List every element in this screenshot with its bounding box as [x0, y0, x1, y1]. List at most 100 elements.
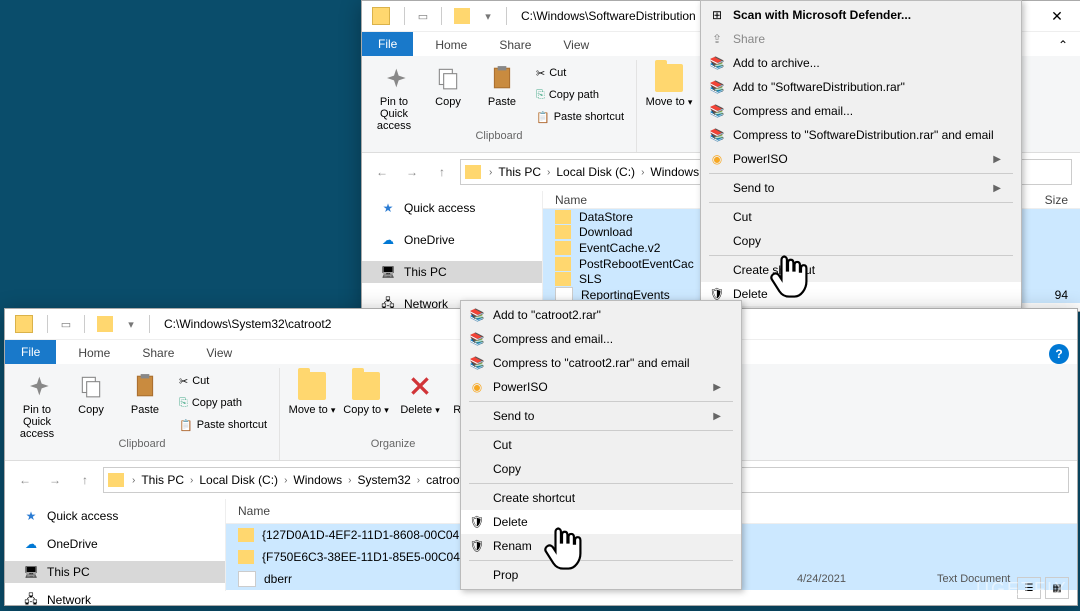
cut-button[interactable]: ✂Cut: [175, 370, 271, 392]
copy-to-button[interactable]: Copy to ▾: [342, 368, 390, 416]
ctx-send-to[interactable]: Send to▶: [701, 176, 1021, 200]
winrar-icon: 📚: [709, 103, 725, 119]
ctx-cut[interactable]: Cut: [701, 205, 1021, 229]
back-button[interactable]: ←: [13, 468, 37, 492]
folder-icon: [372, 7, 390, 25]
pc-icon: 🖥: [380, 264, 396, 280]
qat-props-icon[interactable]: ▭: [56, 314, 76, 334]
window-title: C:\Windows\System32\catroot2: [158, 317, 337, 331]
shield-icon: 🛡: [469, 538, 485, 554]
delete-button[interactable]: Delete ▾: [396, 368, 444, 416]
ribbon-group-clipboard: Clipboard: [118, 438, 165, 450]
ctx-delete[interactable]: 🛡Delete: [461, 510, 741, 534]
tab-home[interactable]: Home: [419, 34, 483, 56]
copy-button[interactable]: Copy: [424, 60, 472, 108]
scissors-icon: ✂: [536, 67, 545, 80]
copy-button[interactable]: Copy: [67, 368, 115, 416]
ctx-scan-defender[interactable]: ⊞Scan with Microsoft Defender...: [701, 3, 1021, 27]
nav-pane: ★Quick access ☁OneDrive 🖥This PC 🖧Networ…: [5, 499, 226, 591]
ctx-poweriso[interactable]: ◉PowerISO▶: [701, 147, 1021, 171]
ctx-create-shortcut[interactable]: Create shortcut: [461, 486, 741, 510]
up-button[interactable]: ↑: [430, 160, 454, 184]
path-icon: ⎘: [179, 397, 188, 410]
tab-file[interactable]: File: [362, 32, 413, 56]
copy-path-button[interactable]: ⎘Copy path: [532, 84, 628, 106]
ctx-delete[interactable]: 🛡Delete: [701, 282, 1021, 306]
share-icon: ⇪: [709, 31, 725, 47]
folder-icon: [555, 241, 571, 255]
submenu-arrow-icon: ▶: [993, 154, 1001, 165]
move-to-button[interactable]: Move to ▾: [645, 60, 693, 108]
ctx-send-to[interactable]: Send to▶: [461, 404, 741, 428]
copy-path-button[interactable]: ⎘Copy path: [175, 392, 271, 414]
nav-this-pc[interactable]: 🖥This PC: [5, 561, 225, 583]
nav-pane: ★Quick access ☁OneDrive 🖥This PC 🖧Networ…: [362, 191, 543, 303]
tab-home[interactable]: Home: [62, 342, 126, 364]
qat-dropdown-icon[interactable]: ▾: [478, 6, 498, 26]
ctx-compress-email[interactable]: 📚Compress and email...: [461, 327, 741, 351]
ctx-create-shortcut[interactable]: Create shortcut: [701, 258, 1021, 282]
nav-quick-access[interactable]: ★Quick access: [5, 505, 225, 527]
folder-icon: [238, 550, 254, 564]
ctx-compress-rar-email[interactable]: 📚Compress to "SoftwareDistribution.rar" …: [701, 123, 1021, 147]
ribbon-expand-icon[interactable]: ⌃: [1046, 34, 1080, 56]
forward-button[interactable]: →: [400, 160, 424, 184]
ctx-copy[interactable]: Copy: [461, 457, 741, 481]
ctx-rename[interactable]: 🛡Renam: [461, 534, 741, 558]
cloud-icon: ☁: [380, 232, 396, 248]
ctx-share[interactable]: ⇪Share: [701, 27, 1021, 51]
file-icon: [238, 571, 256, 587]
quick-access-toolbar: ▭ ▾: [5, 314, 158, 334]
paste-shortcut-button[interactable]: 📋Paste shortcut: [175, 414, 271, 436]
network-icon: 🖧: [23, 592, 39, 608]
nav-this-pc[interactable]: 🖥This PC: [362, 261, 542, 283]
ctx-add-rar[interactable]: 📚Add to "catroot2.rar": [461, 303, 741, 327]
ctx-add-rar[interactable]: 📚Add to "SoftwareDistribution.rar": [701, 75, 1021, 99]
watermark: UGETFIX: [976, 579, 1068, 600]
path-icon: ⎘: [536, 89, 545, 102]
folder-icon: [465, 165, 481, 179]
tab-file[interactable]: File: [5, 340, 56, 364]
ctx-copy[interactable]: Copy: [701, 229, 1021, 253]
ctx-poweriso[interactable]: ◉PowerISO▶: [461, 375, 741, 399]
forward-button[interactable]: →: [43, 468, 67, 492]
tab-view[interactable]: View: [190, 342, 248, 364]
folder-icon: [108, 473, 124, 487]
paste-button[interactable]: Paste: [478, 60, 526, 108]
pin-to-quick-access-button[interactable]: Pin to Quick access: [13, 368, 61, 440]
scissors-icon: ✂: [179, 375, 188, 388]
cut-button[interactable]: ✂Cut: [532, 62, 628, 84]
star-icon: ★: [23, 508, 39, 524]
ctx-compress-email[interactable]: 📚Compress and email...: [701, 99, 1021, 123]
paste-button[interactable]: Paste: [121, 368, 169, 416]
folder-icon: [238, 528, 254, 542]
nav-onedrive[interactable]: ☁OneDrive: [362, 229, 542, 251]
tab-share[interactable]: Share: [126, 342, 190, 364]
ctx-cut[interactable]: Cut: [461, 433, 741, 457]
star-icon: ★: [380, 200, 396, 216]
pin-to-quick-access-button[interactable]: Pin to Quick access: [370, 60, 418, 132]
defender-icon: ⊞: [709, 7, 725, 23]
context-menu: 📚Add to "catroot2.rar" 📚Compress and ema…: [460, 300, 742, 590]
folder-icon: [454, 8, 470, 24]
up-button[interactable]: ↑: [73, 468, 97, 492]
tab-view[interactable]: View: [547, 34, 605, 56]
nav-quick-access[interactable]: ★Quick access: [362, 197, 542, 219]
back-button[interactable]: ←: [370, 160, 394, 184]
winrar-icon: 📚: [469, 331, 485, 347]
window-title: C:\Windows\SoftwareDistribution: [515, 9, 702, 23]
close-button[interactable]: ✕: [1034, 1, 1080, 31]
poweriso-icon: ◉: [709, 151, 725, 167]
tab-share[interactable]: Share: [483, 34, 547, 56]
cloud-icon: ☁: [23, 536, 39, 552]
folder-icon: [555, 272, 571, 286]
nav-onedrive[interactable]: ☁OneDrive: [5, 533, 225, 555]
qat-props-icon[interactable]: ▭: [413, 6, 433, 26]
move-to-button[interactable]: Move to ▾: [288, 368, 336, 416]
ctx-properties[interactable]: Prop: [461, 563, 741, 587]
qat-dropdown-icon[interactable]: ▾: [121, 314, 141, 334]
ctx-add-archive[interactable]: 📚Add to archive...: [701, 51, 1021, 75]
help-button[interactable]: ?: [1049, 344, 1069, 364]
paste-shortcut-button[interactable]: 📋Paste shortcut: [532, 106, 628, 128]
ctx-compress-rar-email[interactable]: 📚Compress to "catroot2.rar" and email: [461, 351, 741, 375]
